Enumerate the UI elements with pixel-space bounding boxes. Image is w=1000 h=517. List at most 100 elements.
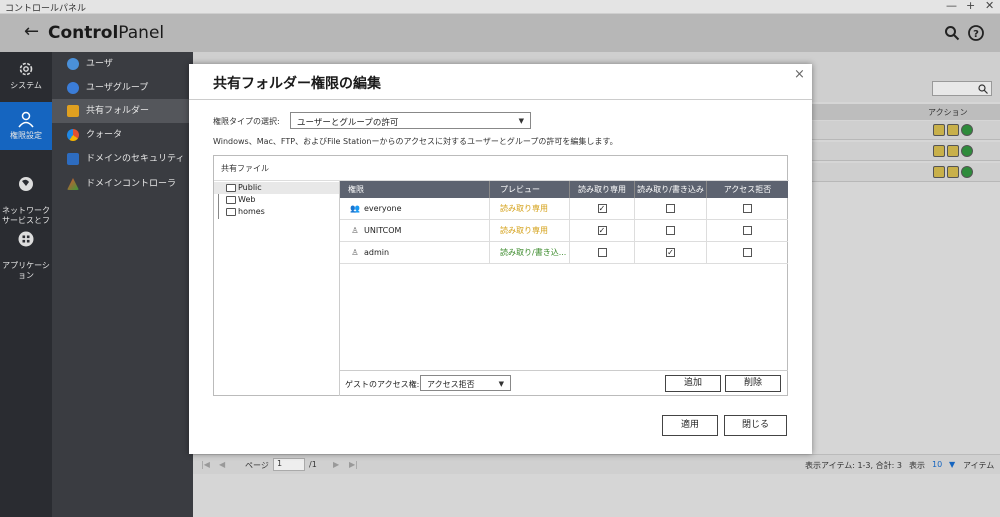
- refresh-icon[interactable]: [961, 166, 973, 178]
- read-only-checkbox-cell: ✓: [570, 220, 635, 242]
- preview-cell: 読み取り/書き込...: [490, 242, 570, 264]
- principal-name: UNITCOM: [364, 226, 402, 235]
- row-actions: [933, 124, 976, 138]
- read-only-checkbox[interactable]: [597, 248, 607, 257]
- dialog-title: 共有フォルダー権限の編集: [213, 76, 381, 92]
- nav-privileges-label: 権限設定: [10, 131, 42, 140]
- deny-checkbox[interactable]: [743, 226, 752, 235]
- edit-icon[interactable]: [933, 145, 945, 157]
- search-icon[interactable]: [944, 25, 960, 41]
- read-only-checkbox[interactable]: ✓: [597, 204, 607, 213]
- nav2-item-user-groups[interactable]: ユーザグループ: [52, 76, 193, 100]
- column-deny[interactable]: アクセス拒否: [707, 181, 788, 198]
- shared-files-title: 共有ファイル: [221, 164, 269, 173]
- row-actions: [933, 145, 976, 159]
- nav-network[interactable]: ネットワーク サービスとフ: [0, 165, 52, 225]
- next-page-button[interactable]: ▶: [333, 460, 339, 469]
- permission-icon[interactable]: [947, 166, 959, 178]
- nav2-item-quota[interactable]: クォータ: [52, 123, 193, 147]
- preview-cell: 読み取り専用: [490, 220, 570, 242]
- permission-cell: 👥 everyone: [340, 198, 490, 220]
- nav-system[interactable]: システム: [0, 60, 52, 96]
- permission-icon[interactable]: [947, 124, 959, 136]
- chevron-down-icon[interactable]: ▼: [949, 460, 955, 469]
- permission-icon[interactable]: [947, 145, 959, 157]
- column-permission[interactable]: 権限: [340, 181, 490, 198]
- tree-node-label: homes: [238, 207, 265, 216]
- apply-button[interactable]: 適用: [662, 415, 718, 436]
- close-window-button[interactable]: ✕: [985, 0, 994, 12]
- nav2-item-shared-folders[interactable]: 共有フォルダー: [52, 99, 193, 123]
- nav2-item-domain-security[interactable]: ドメインのセキュリティ: [52, 147, 193, 171]
- read-write-checkbox-cell: [635, 220, 707, 242]
- page-number-input[interactable]: 1: [273, 458, 305, 471]
- app-header: ← ControlPanel ?: [0, 14, 1000, 52]
- display-label: 表示: [909, 461, 925, 470]
- items-label: アイテム: [963, 461, 995, 470]
- permission-row[interactable]: ♙ UNITCOM 読み取り専用 ✓: [340, 220, 788, 242]
- folder-icon: [226, 184, 236, 192]
- edit-icon[interactable]: [933, 166, 945, 178]
- per-page-select[interactable]: 10: [932, 460, 942, 469]
- close-button[interactable]: 閉じる: [724, 415, 787, 436]
- chevron-down-icon: ▼: [518, 117, 524, 125]
- permission-row[interactable]: 👥 everyone 読み取り専用 ✓: [340, 198, 788, 220]
- user-icon: [18, 111, 34, 128]
- user-group-icon: [67, 82, 79, 94]
- permission-row[interactable]: ♙ admin 読み取り/書き込... ✓: [340, 242, 788, 264]
- quota-icon: [67, 129, 79, 141]
- apps-icon: [18, 231, 34, 247]
- add-button[interactable]: 追加: [665, 375, 721, 392]
- nav2-item-users[interactable]: ユーザ: [52, 52, 193, 76]
- svg-text:?: ?: [973, 29, 979, 40]
- refresh-icon[interactable]: [961, 124, 973, 136]
- folder-icon: [226, 208, 236, 216]
- folder-search-input[interactable]: [932, 81, 992, 96]
- user-icon: [67, 58, 79, 70]
- guest-access-select[interactable]: アクセス拒否 ▼: [420, 375, 511, 391]
- nav2-item-domain-controller[interactable]: ドメインコントローラ: [52, 172, 193, 196]
- permission-type-select[interactable]: ユーザーとグループの許可 ▼: [290, 112, 531, 129]
- folder-tree: Public Web homes: [214, 181, 340, 396]
- display-items-info: 表示アイテム: 1-3, 合計: 3: [805, 461, 902, 470]
- deny-checkbox-cell: [707, 198, 788, 220]
- minimize-button[interactable]: —: [946, 0, 957, 12]
- tree-node-homes[interactable]: homes: [214, 206, 339, 218]
- back-button[interactable]: ←: [24, 21, 39, 42]
- read-write-checkbox[interactable]: [666, 226, 675, 235]
- read-only-checkbox[interactable]: ✓: [597, 226, 607, 235]
- column-read-write[interactable]: 読み取り/書き込み: [635, 181, 707, 198]
- deny-checkbox-cell: [707, 220, 788, 242]
- deny-checkbox[interactable]: [743, 204, 752, 213]
- read-write-checkbox[interactable]: [666, 204, 675, 213]
- column-preview[interactable]: プレビュー: [490, 181, 570, 198]
- maximize-button[interactable]: +: [966, 0, 975, 12]
- nav2-item-label: 共有フォルダー: [86, 106, 150, 116]
- tree-node-public[interactable]: Public: [214, 182, 339, 194]
- refresh-icon[interactable]: [961, 145, 973, 157]
- guest-access-label: ゲストのアクセス権:: [345, 380, 420, 389]
- action-column-header: アクション: [928, 108, 968, 117]
- tree-node-web[interactable]: Web: [214, 194, 339, 206]
- nav-privileges[interactable]: 権限設定: [0, 102, 52, 150]
- permission-cell: ♙ admin: [340, 242, 490, 264]
- last-page-button[interactable]: ▶|: [349, 460, 358, 469]
- window-title: コントロールパネル: [5, 4, 87, 14]
- read-write-checkbox-cell: [635, 198, 707, 220]
- user-icon: ♙: [351, 226, 359, 235]
- delete-button[interactable]: 削除: [725, 375, 781, 392]
- chevron-down-icon: ▼: [498, 380, 504, 388]
- deny-checkbox[interactable]: [743, 248, 752, 257]
- close-icon[interactable]: ×: [794, 67, 805, 82]
- nav-applications-label: アプリケーシ ョン: [2, 261, 50, 280]
- nav-applications[interactable]: アプリケーシ ョン: [0, 220, 52, 280]
- help-icon[interactable]: ?: [968, 25, 984, 41]
- first-page-button[interactable]: |◀: [201, 460, 210, 469]
- edit-icon[interactable]: [933, 124, 945, 136]
- app-title-bold: Control: [48, 23, 119, 43]
- column-read-only[interactable]: 読み取り専用: [570, 181, 635, 198]
- prev-page-button[interactable]: ◀: [219, 460, 225, 469]
- read-write-checkbox[interactable]: ✓: [666, 248, 675, 257]
- network-icon: [19, 177, 33, 191]
- divider: [189, 99, 812, 100]
